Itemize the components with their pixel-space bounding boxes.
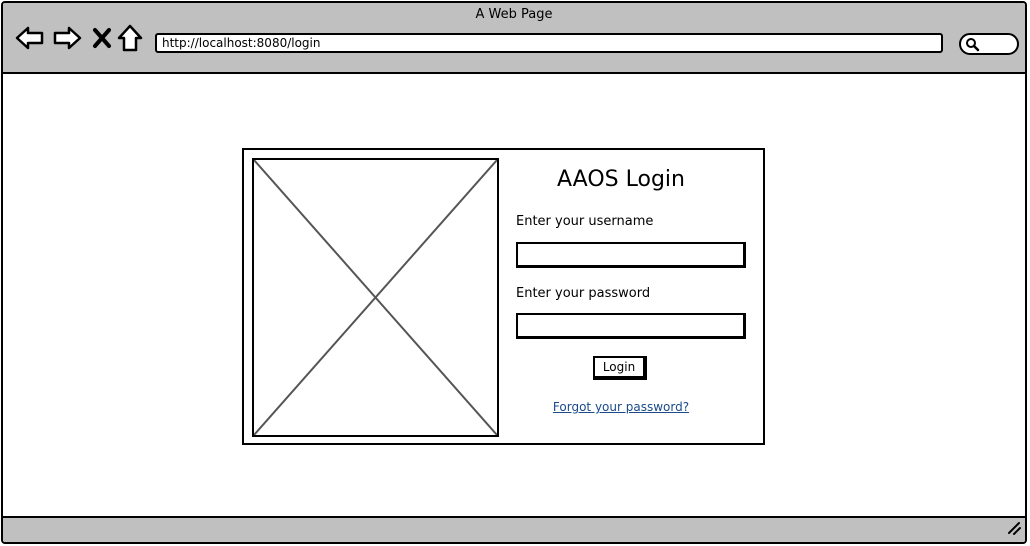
close-x-icon[interactable] [87, 23, 117, 53]
forgot-password-link[interactable]: Forgot your password? [516, 400, 726, 414]
browser-toolbar: A Web Page http://localhost:8080/login [3, 3, 1025, 74]
forward-arrow-icon[interactable] [52, 23, 82, 53]
search-icon [964, 36, 980, 56]
status-bar [3, 516, 1025, 542]
username-label: Enter your username [516, 214, 654, 229]
login-title: AAOS Login [557, 167, 685, 192]
login-panel: AAOS Login Enter your username Enter you… [242, 148, 765, 445]
resize-grip-icon[interactable] [1005, 519, 1021, 539]
back-arrow-icon[interactable] [15, 23, 45, 53]
browser-window: A Web Page http://localhost:8080/login A… [1, 1, 1027, 544]
username-input[interactable] [516, 242, 746, 268]
image-placeholder [252, 158, 499, 437]
page-content: AAOS Login Enter your username Enter you… [3, 74, 1025, 520]
browser-search-field[interactable] [959, 33, 1019, 55]
address-bar[interactable]: http://localhost:8080/login [155, 33, 943, 53]
password-input[interactable] [516, 313, 746, 339]
login-button[interactable]: Login [593, 356, 647, 380]
window-title: A Web Page [475, 7, 553, 22]
home-icon[interactable] [115, 23, 145, 53]
password-label: Enter your password [516, 286, 651, 301]
